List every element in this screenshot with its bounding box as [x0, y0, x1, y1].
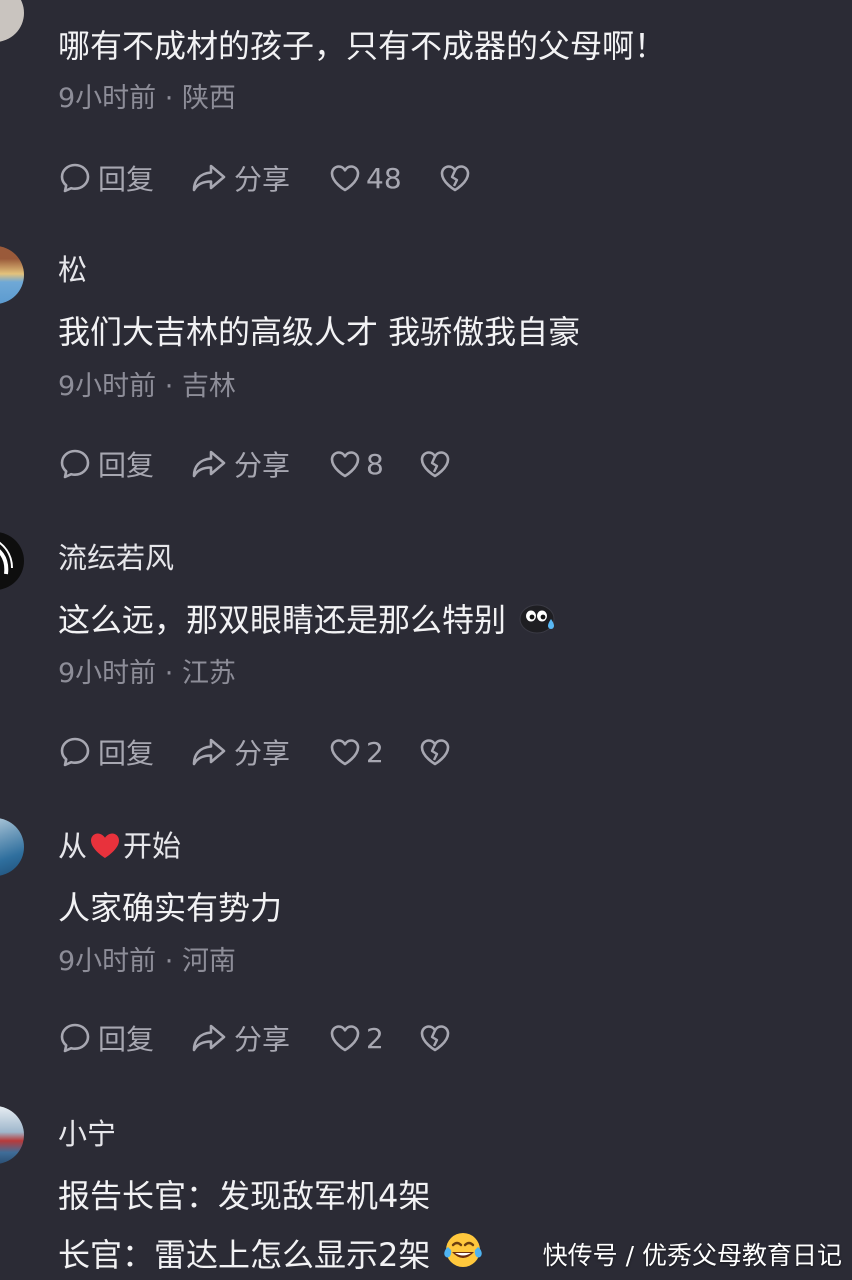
broken-heart-icon — [440, 165, 470, 192]
tears-of-joy-emoji-icon — [444, 1233, 483, 1267]
avatar-pattern — [0, 541, 13, 575]
dislike-button[interactable] — [418, 732, 452, 772]
avatar[interactable] — [0, 0, 24, 42]
comment-text-body: 长官：雷达上怎么显示2架 — [58, 1236, 431, 1274]
red-heart-emoji-icon — [91, 833, 120, 858]
share-label: 分享 — [234, 449, 291, 482]
meta-separator: · — [156, 658, 182, 689]
like-button[interactable]: 48 — [328, 158, 402, 198]
comment-bubble-icon — [60, 449, 90, 479]
reply-button[interactable]: 回复 — [58, 1018, 154, 1058]
username-part: 开始 — [123, 829, 182, 863]
username[interactable]: 从 开始 — [58, 829, 181, 863]
comment-time: 9小时前 — [58, 83, 157, 114]
like-button[interactable]: 2 — [328, 732, 384, 772]
comment-bubble-icon — [60, 163, 90, 193]
comment-text: 哪有不成材的孩子，只有不成器的父母啊！ — [58, 27, 667, 65]
heart-outline-icon — [330, 165, 360, 192]
comment-time: 9小时前 — [58, 371, 157, 402]
comment-bubble-icon — [60, 1023, 90, 1053]
heart-outline-icon — [330, 739, 360, 766]
heart-outline-icon — [330, 1025, 360, 1052]
broken-heart-icon — [420, 1025, 450, 1052]
comment-feed: 哪有不成材的孩子，只有不成器的父母啊！ 9小时前 · 陕西 回复 分享 48 松… — [0, 0, 852, 1280]
share-label: 分享 — [234, 1023, 291, 1056]
meta-separator: · — [156, 83, 182, 114]
meta-separator: · — [156, 946, 182, 977]
share-arrow-icon — [192, 1024, 226, 1052]
avatar[interactable] — [0, 1106, 24, 1164]
reply-button[interactable]: 回复 — [58, 732, 154, 772]
username[interactable]: 流纭若风 — [58, 541, 174, 575]
reply-label: 回复 — [98, 737, 155, 770]
comment-meta: 9小时前 · 河南 — [58, 946, 236, 978]
comment-actions: 回复 分享 48 — [58, 158, 658, 198]
share-label: 分享 — [234, 737, 291, 770]
like-button[interactable]: 8 — [328, 444, 384, 484]
watermark: 快传号 / 优秀父母教育日记 — [542, 1241, 842, 1270]
comment-actions: 回复 分享 2 — [58, 1018, 658, 1058]
like-count: 8 — [366, 447, 384, 481]
share-button[interactable]: 分享 — [190, 732, 290, 772]
share-button[interactable]: 分享 — [190, 158, 290, 198]
share-arrow-icon — [192, 164, 226, 192]
comment-location: 吉林 — [181, 371, 236, 402]
dislike-button[interactable] — [438, 158, 472, 198]
comment-text-body: 这么远，那双眼睛还是那么特别 — [58, 601, 507, 639]
dislike-button[interactable] — [418, 1018, 452, 1058]
comment-text: 这么远，那双眼睛还是那么特别 — [58, 600, 558, 640]
like-button[interactable]: 2 — [328, 1018, 384, 1058]
reply-button[interactable]: 回复 — [58, 158, 154, 198]
comment-meta: 9小时前 · 江苏 — [58, 658, 236, 690]
share-button[interactable]: 分享 — [190, 444, 290, 484]
comment-actions: 回复 分享 8 — [58, 444, 658, 484]
reply-label: 回复 — [98, 1023, 155, 1056]
comment-location: 江苏 — [181, 658, 236, 689]
avatar[interactable] — [0, 246, 24, 304]
comment-text: 我们大吉林的高级人才 我骄傲我自豪 — [58, 313, 581, 351]
share-arrow-icon — [192, 738, 226, 766]
avatar[interactable] — [0, 818, 24, 876]
comment-location: 陕西 — [181, 83, 236, 114]
share-label: 分享 — [234, 163, 291, 196]
username[interactable]: 松 — [58, 253, 87, 287]
comment-time: 9小时前 — [58, 658, 157, 689]
comment-time: 9小时前 — [58, 946, 157, 977]
share-arrow-icon — [192, 450, 226, 478]
comment-bubble-icon — [60, 737, 90, 767]
broken-heart-icon — [420, 739, 450, 766]
username[interactable]: 小宁 — [58, 1117, 116, 1151]
heart-outline-icon — [330, 451, 360, 478]
comment-actions: 回复 分享 2 — [58, 732, 658, 772]
like-count: 48 — [366, 161, 402, 195]
like-count: 2 — [366, 1021, 384, 1055]
broken-heart-icon — [420, 451, 450, 478]
comment-location: 河南 — [181, 946, 236, 977]
dislike-button[interactable] — [418, 444, 452, 484]
share-button[interactable]: 分享 — [190, 1018, 290, 1058]
comment-meta: 9小时前 · 吉林 — [58, 371, 236, 403]
comment-text: 人家确实有势力 — [58, 889, 283, 927]
reply-button[interactable]: 回复 — [58, 444, 154, 484]
reply-label: 回复 — [98, 163, 155, 196]
meta-separator: · — [156, 371, 182, 402]
like-count: 2 — [366, 735, 384, 769]
comment-text-line: 报告长官：发现敌军机4架 — [58, 1177, 431, 1215]
avatar[interactable] — [0, 532, 24, 590]
reply-label: 回复 — [98, 449, 155, 482]
comment-meta: 9小时前 · 陕西 — [58, 83, 236, 115]
username-part: 从 — [58, 829, 88, 863]
comment-text-line: 长官：雷达上怎么显示2架 — [58, 1230, 484, 1275]
peeking-emoji-icon — [519, 604, 555, 634]
